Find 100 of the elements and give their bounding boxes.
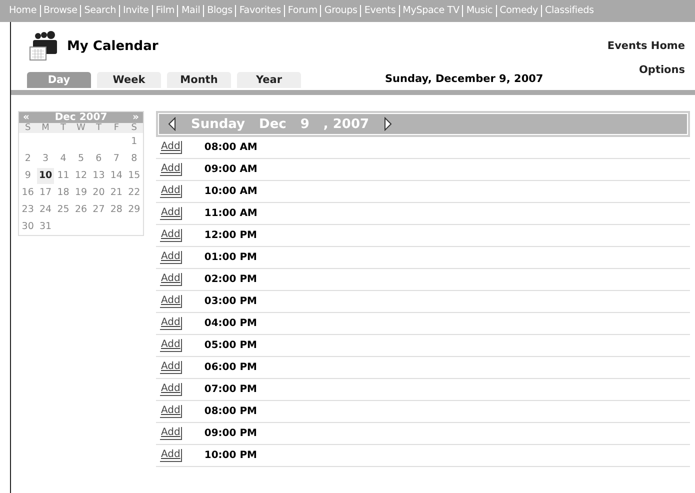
options-link[interactable]: Options <box>639 64 685 76</box>
nav-link[interactable]: Search <box>80 5 120 17</box>
calendar-day[interactable]: 18 <box>54 185 72 201</box>
add-link[interactable]: Add <box>160 229 182 242</box>
calendar-day[interactable]: 21 <box>108 185 126 201</box>
time-label: 11:00 AM <box>204 208 258 219</box>
calendar-day[interactable]: 19 <box>72 185 90 201</box>
nav-link[interactable]: Forum <box>284 5 320 17</box>
calendar-day[interactable]: 26 <box>72 202 90 218</box>
time-label: 08:00 PM <box>204 406 257 417</box>
time-label: 09:00 AM <box>204 164 258 175</box>
nav-link[interactable]: Classifieds <box>541 5 597 17</box>
nav-link[interactable]: Mail <box>177 5 204 17</box>
nav-link[interactable]: Blogs <box>203 5 236 17</box>
calendar-day[interactable]: 3 <box>36 151 54 167</box>
current-date: Sunday, December 9, 2007 <box>385 72 544 85</box>
time-label: 10:00 AM <box>204 186 258 197</box>
time-label: 08:00 AM <box>204 142 258 153</box>
weekday-label: S <box>125 123 143 133</box>
add-link[interactable]: Add <box>160 163 182 176</box>
view-tab[interactable]: Month <box>167 72 231 88</box>
time-label: 06:00 PM <box>204 362 257 373</box>
header-month: Dec <box>259 116 286 132</box>
weekday-label: T <box>90 123 108 133</box>
weekday-label: S <box>19 123 37 133</box>
add-link[interactable]: Add <box>160 251 182 264</box>
nav-link[interactable]: MySpace TV <box>398 5 462 17</box>
previous-day-icon[interactable] <box>167 117 177 131</box>
header-year: , 2007 <box>323 116 370 132</box>
calendar-day[interactable]: 15 <box>125 168 143 184</box>
calendar-day[interactable]: 6 <box>90 151 108 167</box>
calendar-day[interactable]: 7 <box>108 151 126 167</box>
add-link[interactable]: Add <box>160 361 182 374</box>
time-label: 05:00 PM <box>204 340 257 351</box>
calendar-day[interactable]: 24 <box>36 202 54 218</box>
view-tab[interactable]: Year <box>237 72 301 88</box>
add-link[interactable]: Add <box>160 405 182 418</box>
calendar-day[interactable]: 14 <box>108 168 126 184</box>
add-link[interactable]: Add <box>160 141 182 154</box>
nav-link[interactable]: Groups <box>320 5 360 17</box>
time-label: 02:00 PM <box>204 274 257 285</box>
calendar-day[interactable]: 4 <box>54 151 72 167</box>
calendar-day[interactable]: 25 <box>54 202 72 218</box>
month-title: Dec 2007 <box>54 112 108 123</box>
add-link[interactable]: Add <box>160 317 182 330</box>
add-link[interactable]: Add <box>160 339 182 352</box>
add-link[interactable]: Add <box>160 427 182 440</box>
nav-link[interactable]: Invite <box>119 5 152 17</box>
add-link[interactable]: Add <box>160 207 182 220</box>
calendar-day[interactable]: 20 <box>90 185 108 201</box>
header-weekday: Sunday <box>191 116 246 132</box>
nav-link[interactable]: Favorites <box>235 5 284 17</box>
weekday-label: T <box>54 123 72 133</box>
view-tab[interactable]: Week <box>97 72 161 88</box>
nav-link[interactable]: Comedy <box>496 5 542 17</box>
time-label: 12:00 PM <box>204 230 257 241</box>
calendar-day[interactable]: 27 <box>90 202 108 218</box>
previous-month-button[interactable]: « <box>23 112 30 123</box>
nav-link[interactable]: Home <box>6 5 40 17</box>
calendar-day[interactable]: 9 <box>19 168 37 184</box>
time-label: 04:00 PM <box>204 318 257 329</box>
calendar-day[interactable]: 12 <box>72 168 90 184</box>
time-label: 01:00 PM <box>204 252 257 263</box>
calendar-day[interactable]: 22 <box>125 185 143 201</box>
calendar-day[interactable]: 31 <box>36 219 54 235</box>
people-calendar-icon <box>29 31 59 61</box>
calendar-day[interactable]: 8 <box>125 151 143 167</box>
calendar-day[interactable]: 10 <box>36 168 54 184</box>
calendar-day[interactable]: 11 <box>54 168 72 184</box>
calendar-day[interactable]: 28 <box>108 202 126 218</box>
weekday-label: F <box>108 123 126 133</box>
calendar-day[interactable]: 5 <box>72 151 90 167</box>
nav-link[interactable]: Music <box>462 5 496 17</box>
events-home-link[interactable]: Events Home <box>607 40 685 52</box>
calendar-day[interactable]: 1 <box>125 134 143 150</box>
nav-link[interactable]: Film <box>152 5 178 17</box>
calendar-day[interactable]: 30 <box>19 219 37 235</box>
calendar-day[interactable]: 23 <box>19 202 37 218</box>
time-label: 10:00 PM <box>204 450 257 461</box>
nav-link[interactable]: Events <box>360 5 399 17</box>
weekday-label: W <box>72 123 90 133</box>
next-day-icon[interactable] <box>383 117 394 131</box>
add-link[interactable]: Add <box>160 383 182 396</box>
nav-link[interactable]: Browse <box>40 5 80 17</box>
next-month-button[interactable]: » <box>132 112 139 123</box>
calendar-day[interactable]: 17 <box>36 185 54 201</box>
time-label: 03:00 PM <box>204 296 257 307</box>
view-tab[interactable]: Day <box>27 72 91 88</box>
time-label: 09:00 PM <box>204 428 257 439</box>
calendar-day[interactable]: 2 <box>19 151 37 167</box>
page-title: My Calendar <box>67 38 160 54</box>
weekday-label: M <box>36 123 54 133</box>
add-link[interactable]: Add <box>160 449 182 462</box>
calendar-day[interactable]: 13 <box>90 168 108 184</box>
calendar-day[interactable]: 16 <box>19 185 37 201</box>
add-link[interactable]: Add <box>160 295 182 308</box>
calendar-day[interactable]: 29 <box>125 202 143 218</box>
time-label: 07:00 PM <box>204 384 257 395</box>
add-link[interactable]: Add <box>160 185 182 198</box>
add-link[interactable]: Add <box>160 273 182 286</box>
